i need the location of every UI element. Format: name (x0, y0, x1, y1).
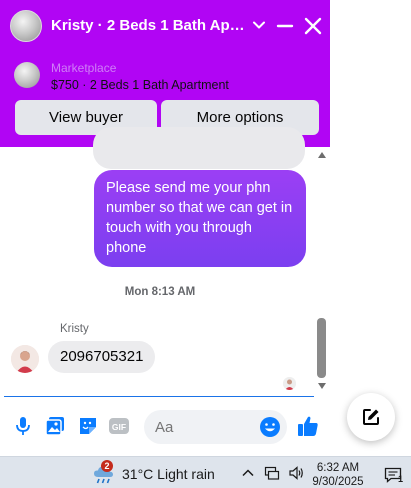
gif-icon[interactable]: GIF (108, 415, 130, 437)
sender-name: Kristy (60, 323, 89, 335)
message-list: Please send me your phn number so that w… (0, 127, 330, 397)
marketplace-listing[interactable]: Marketplace $750 · 2 Beds 1 Bath Apartme… (0, 56, 330, 96)
system-clock[interactable]: 6:32 AM 9/30/2025 (308, 461, 368, 488)
microphone-icon[interactable] (12, 415, 34, 437)
listing-avatar[interactable] (10, 10, 42, 42)
volume-icon[interactable] (288, 465, 304, 481)
emoji-icon[interactable] (259, 416, 281, 438)
message-scrollbar[interactable] (314, 151, 328, 393)
listing-thumbnail (14, 62, 40, 88)
message-input-box[interactable] (144, 410, 287, 444)
photo-icon[interactable] (44, 415, 66, 437)
clock-date: 9/30/2025 (312, 476, 364, 488)
scrollbar-thumb[interactable] (317, 318, 326, 378)
avatar[interactable] (11, 345, 39, 373)
message-composer: GIF (0, 397, 330, 456)
chevron-up-icon[interactable] (240, 465, 256, 481)
clock-time: 6:32 AM (316, 462, 360, 474)
minimize-icon[interactable] (276, 17, 294, 35)
chat-title[interactable]: Kristy · 2 Beds 1 Bath Apar… (51, 17, 246, 34)
chat-header: Kristy · 2 Beds 1 Bath Apar… Marketplace… (0, 0, 330, 147)
marketplace-label: Marketplace (51, 61, 117, 75)
svg-text:GIF: GIF (112, 422, 126, 432)
close-icon[interactable] (304, 17, 322, 35)
thumbs-up-icon[interactable] (296, 414, 320, 438)
scroll-up-arrow-icon[interactable] (318, 152, 326, 158)
seen-avatar (283, 377, 296, 390)
scroll-down-arrow-icon[interactable] (318, 383, 326, 389)
compose-icon (363, 409, 379, 425)
network-icon[interactable] (264, 465, 280, 481)
outgoing-message: Please send me your phn number so that w… (94, 170, 306, 267)
listing-title: $750 · 2 Beds 1 Bath Apartment (51, 78, 229, 92)
sticker-icon[interactable] (77, 415, 99, 437)
weather-alert-badge: 2 (101, 460, 113, 472)
chevron-down-icon[interactable] (252, 18, 266, 32)
chat-title-bar[interactable]: Kristy · 2 Beds 1 Bath Apar… (0, 0, 330, 52)
message-input[interactable] (155, 410, 255, 444)
message-timestamp: Mon 8:13 AM (124, 286, 196, 298)
weather-text[interactable]: 31°C Light rain (122, 466, 215, 482)
new-message-button[interactable] (347, 393, 395, 441)
windows-taskbar: 2 31°C Light rain 6:32 AM 9/30/2025 1 (0, 456, 411, 488)
messenger-chat-window: Kristy · 2 Beds 1 Bath Apar… Marketplace… (0, 0, 330, 456)
incoming-message: 2096705321 (48, 341, 156, 373)
previous-message-bubble (93, 127, 305, 169)
notification-count: 1 (398, 474, 404, 484)
